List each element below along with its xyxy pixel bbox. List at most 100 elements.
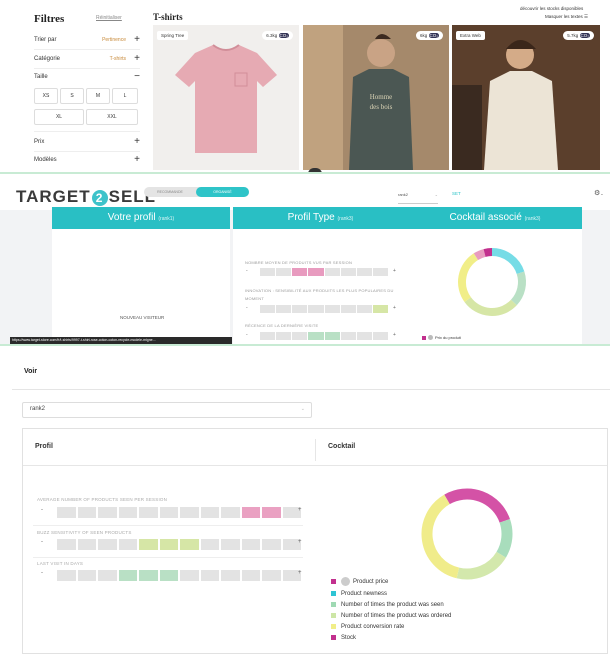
- price-filter[interactable]: Prix +: [34, 136, 140, 151]
- size-m-button[interactable]: M: [86, 88, 110, 104]
- size-xl-button[interactable]: XL: [34, 109, 84, 125]
- donut-slice[interactable]: [421, 494, 460, 579]
- sort-filter[interactable]: Trier par Pertinence +: [34, 34, 140, 49]
- plus-button[interactable]: +: [393, 332, 396, 338]
- profile-title: Profil: [35, 443, 53, 450]
- donut-slice[interactable]: [473, 249, 486, 261]
- sort-value: Pertinence: [102, 37, 126, 43]
- man-white-tshirt-image: [452, 25, 600, 170]
- product-listing-panel: Filtres Réinitialiser Trier par Pertinen…: [0, 0, 610, 172]
- rank-dropdown[interactable]: rank2 ⌄: [22, 402, 312, 418]
- size-filter[interactable]: Taille −: [34, 71, 140, 86]
- donut-slice[interactable]: [491, 248, 525, 275]
- expand-icon[interactable]: +: [134, 53, 140, 64]
- legend-item: Product price: [331, 577, 388, 586]
- models-filter[interactable]: Modèles +: [34, 154, 140, 169]
- minus-button[interactable]: -: [41, 539, 43, 545]
- legend-item: Number of times the product was seen: [331, 602, 444, 608]
- svg-text:Homme: Homme: [370, 93, 393, 101]
- product-card[interactable]: Homme des bois 6kg CO₂: [303, 25, 449, 170]
- rank-select[interactable]: rank2 ⌄: [398, 192, 438, 202]
- toggle-recommended[interactable]: RECOMMANDE: [144, 187, 196, 197]
- hide-texts-toggle[interactable]: Masquer les textes ☰: [545, 14, 588, 20]
- size-xxl-button[interactable]: XXL: [86, 109, 138, 125]
- category-filter[interactable]: Catégorie T-shirts +: [34, 53, 140, 68]
- donut-slice[interactable]: [510, 271, 526, 306]
- donut-slice[interactable]: [464, 297, 517, 316]
- co2-badge: 6.3kg CO₂: [262, 31, 293, 40]
- profile-card: [52, 229, 230, 344]
- detail-panel: Voir rank2 ⌄ Profil Cocktail AVERAGE NUM…: [0, 346, 610, 658]
- minus-button[interactable]: -: [246, 332, 248, 338]
- metric-bar: [260, 268, 388, 276]
- donut-slice[interactable]: [496, 519, 513, 558]
- chevron-down-icon: ⌄: [300, 406, 305, 412]
- price-label: Prix: [34, 139, 45, 145]
- donut-slice[interactable]: [444, 488, 510, 523]
- minus-button[interactable]: -: [41, 507, 43, 513]
- size-label: Taille: [34, 74, 48, 80]
- reset-filters-link[interactable]: Réinitialiser: [96, 15, 122, 21]
- size-l-button[interactable]: L: [112, 88, 138, 104]
- scroll-handle[interactable]: [308, 168, 322, 172]
- co2-badge: 5.7kg CO₂: [563, 31, 594, 40]
- metric-label: INNOVATION : SENSIBILITÉ AUX PRODUITS LE…: [245, 288, 394, 301]
- legend-item: Prix du produit: [422, 335, 461, 341]
- minus-button[interactable]: -: [246, 268, 248, 274]
- collapse-icon[interactable]: −: [134, 71, 140, 82]
- legend-item: Stock: [331, 635, 356, 641]
- size-xs-button[interactable]: XS: [34, 88, 58, 104]
- status-url: https://www.target-store.com/fr/t-shirts…: [10, 337, 232, 344]
- profile-type-header: Profil Type (rank3): [233, 207, 408, 229]
- minus-button[interactable]: -: [246, 305, 248, 311]
- cocktail-donut-chart: [458, 248, 526, 316]
- metric-label: AVERAGE NUMBER OF PRODUCTS SEEN PER SESS…: [37, 497, 168, 502]
- models-label: Modèles: [34, 157, 57, 163]
- legend-item: Number of times the product was ordered: [331, 613, 451, 619]
- size-s-button[interactable]: S: [60, 88, 84, 104]
- product-card[interactable]: Spring Tree 6.3kg CO₂: [153, 25, 299, 170]
- co2-badge: 6kg CO₂: [415, 31, 443, 40]
- legend-item: Product newness: [331, 591, 387, 597]
- metric-bar: [260, 332, 388, 340]
- metric-bar: [260, 305, 388, 313]
- plus-button[interactable]: +: [393, 268, 396, 274]
- target2sell-logo: TARGET 2 SELL: [16, 187, 157, 206]
- menu-icon: ☰: [584, 14, 589, 19]
- man-grey-tshirt-image: Homme des bois: [303, 25, 449, 170]
- stock-link[interactable]: découvrir les stocks disponibles: [520, 6, 583, 11]
- legend-item: Product conversion rate: [331, 624, 404, 630]
- metric-label: LAST VISIT IN DAYS: [37, 561, 84, 566]
- plus-button[interactable]: +: [298, 539, 302, 545]
- rank-dropdown-value: rank2: [30, 406, 46, 412]
- minus-button[interactable]: -: [41, 570, 43, 576]
- metric-bar: [57, 539, 301, 550]
- toggle-organised[interactable]: ORGANISÉ: [196, 187, 249, 197]
- mode-toggle[interactable]: RECOMMANDE ORGANISÉ: [144, 187, 249, 197]
- expand-icon[interactable]: +: [134, 154, 140, 165]
- profile-cocktail-box: Profil Cocktail AVERAGE NUMBER OF PRODUC…: [22, 428, 608, 654]
- plus-button[interactable]: +: [298, 570, 302, 576]
- pink-tshirt-image: [175, 44, 277, 153]
- category-label: Catégorie: [34, 56, 61, 62]
- section-title: Voir: [24, 368, 38, 375]
- metric-label: NOMBRE MOYEN DE PRODUITS VUS PAR SESSION: [245, 260, 353, 265]
- donut-slice[interactable]: [483, 248, 493, 257]
- product-tag: Spring Tree: [157, 31, 189, 40]
- donut-slice[interactable]: [458, 253, 479, 302]
- set-button[interactable]: SET: [452, 191, 461, 196]
- expand-icon[interactable]: +: [134, 136, 140, 147]
- metric-bar: [57, 507, 301, 518]
- expand-icon[interactable]: +: [134, 34, 140, 45]
- plus-button[interactable]: +: [393, 305, 396, 311]
- profile-header: Votre profil (rank1): [52, 207, 230, 229]
- svg-text:des bois: des bois: [370, 103, 393, 111]
- sort-label: Trier par: [34, 37, 57, 43]
- plus-button[interactable]: +: [298, 507, 302, 513]
- gear-icon[interactable]: ⚙⌄: [594, 189, 604, 197]
- page-title: T-shirts: [153, 12, 183, 22]
- donut-slice[interactable]: [456, 551, 506, 580]
- product-card[interactable]: Extra Web 5.7kg CO₂: [452, 25, 600, 170]
- metric-label: RÉCENCE DE LA DERNIÈRE VISITE: [245, 323, 319, 328]
- product-tag: Extra Web: [456, 31, 485, 40]
